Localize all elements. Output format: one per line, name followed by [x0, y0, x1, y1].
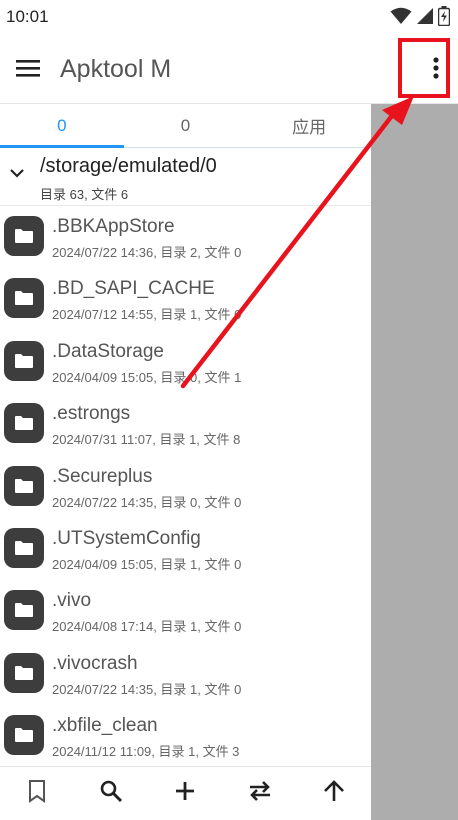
folder-item[interactable]: .BD_SAPI_CACHE 2024/07/12 14:55, 目录 1, 文…: [0, 268, 371, 330]
folder-meta: 2024/04/09 15:05, 目录 0, 文件 1: [52, 369, 242, 385]
current-path: /storage/emulated/0: [40, 155, 217, 177]
search-button[interactable]: [91, 774, 131, 814]
bottom-action-bar: [0, 766, 371, 820]
folder-name: .BBKAppStore: [52, 216, 175, 237]
folder-name: .xbfile_clean: [52, 715, 158, 737]
folder-item[interactable]: .Secureplus 2024/07/22 14:35, 目录 0, 文件 0: [0, 456, 371, 518]
folder-item[interactable]: .vivocrash 2024/07/22 14:35, 目录 1, 文件 0: [0, 643, 371, 705]
status-bar: 10:01: [0, 0, 458, 36]
bookmark-icon: [27, 779, 47, 808]
folder-meta: 2024/04/08 17:14, 目录 1, 文件 0: [52, 619, 242, 635]
folder-name: .BD_SAPI_CACHE: [52, 278, 215, 300]
folder-meta: 2024/07/31 11:07, 目录 1, 文件 8: [52, 432, 241, 448]
folder-item[interactable]: .UTSystemConfig 2024/04/09 15:05, 目录 1, …: [0, 518, 371, 580]
wifi-icon: [390, 7, 412, 30]
tab-apps[interactable]: 应用: [247, 104, 371, 147]
signal-icon: [416, 7, 434, 30]
arrow-up-icon: [323, 779, 345, 808]
folder-item[interactable]: .vivo 2024/04/08 17:14, 目录 1, 文件 0: [0, 580, 371, 642]
more-options-button[interactable]: [418, 52, 454, 88]
status-time: 10:01: [6, 7, 49, 26]
app-title: Apktool M: [60, 55, 172, 83]
folder-item[interactable]: .DataStorage 2024/04/09 15:05, 目录 0, 文件 …: [0, 331, 371, 393]
tab-bar: 0 0 应用: [0, 104, 371, 148]
search-icon: [99, 779, 123, 808]
folder-meta: 2024/07/22 14:35, 目录 1, 文件 0: [52, 681, 242, 697]
add-button[interactable]: [165, 774, 205, 814]
tab-storage-0[interactable]: 0: [0, 104, 124, 148]
current-path-row[interactable]: /storage/emulated/0 目录 63, 文件 6: [0, 148, 371, 206]
folder-meta: 2024/07/22 14:35, 目录 0, 文件 0: [52, 494, 242, 510]
file-list: .BBKAppStore 2024/07/22 14:36, 目录 2, 文件 …: [0, 206, 371, 768]
chevron-down-icon: [8, 164, 26, 182]
swap-icon: [247, 780, 273, 807]
swap-button[interactable]: [240, 774, 280, 814]
battery-icon: [437, 6, 451, 31]
folder-item[interactable]: .estrongs 2024/07/31 11:07, 目录 1, 文件 8: [0, 393, 371, 455]
hamburger-menu-icon: [15, 58, 41, 83]
folder-icon: [4, 216, 44, 256]
folder-item[interactable]: .BBKAppStore 2024/07/22 14:36, 目录 2, 文件 …: [0, 206, 371, 268]
folder-icon: [4, 340, 44, 381]
menu-button[interactable]: [14, 56, 42, 84]
folder-icon: [4, 590, 44, 631]
folder-meta: 2024/04/09 15:05, 目录 1, 文件 0: [52, 556, 242, 572]
add-icon: [174, 780, 196, 807]
folder-name: .vivocrash: [52, 652, 138, 674]
tab-storage-1[interactable]: 0: [124, 104, 248, 147]
folder-name: .vivo: [52, 590, 92, 612]
more-vertical-icon: [432, 56, 440, 85]
folder-icon: [4, 715, 44, 756]
folder-icon: [4, 527, 44, 568]
folder-icon: [4, 278, 44, 319]
status-icons: [390, 6, 451, 31]
folder-name: .UTSystemConfig: [52, 527, 201, 549]
folder-icon: [4, 465, 44, 506]
folder-icon: [4, 403, 44, 444]
folder-name: .estrongs: [52, 403, 131, 425]
folder-name: .Secureplus: [52, 465, 153, 487]
folder-meta: 2024/07/12 14:55, 目录 1, 文件 0: [52, 307, 242, 323]
folder-meta: 2024/07/22 14:36, 目录 2, 文件 0: [52, 245, 242, 260]
go-up-button[interactable]: [314, 774, 354, 814]
drawer-scrim[interactable]: [371, 104, 458, 820]
app-bar: Apktool M: [0, 36, 458, 104]
folder-item[interactable]: .xbfile_clean 2024/11/12 11:09, 目录 1, 文件…: [0, 705, 371, 767]
folder-icon: [4, 652, 44, 693]
file-drawer: 0 0 应用 /storage/emulated/0 目录 63, 文件 6 .…: [0, 104, 371, 820]
bookmark-button[interactable]: [17, 774, 57, 814]
path-meta: 目录 63, 文件 6: [40, 187, 129, 202]
folder-name: .DataStorage: [52, 340, 164, 362]
folder-meta: 2024/11/12 11:09, 目录 1, 文件 3: [52, 744, 240, 760]
